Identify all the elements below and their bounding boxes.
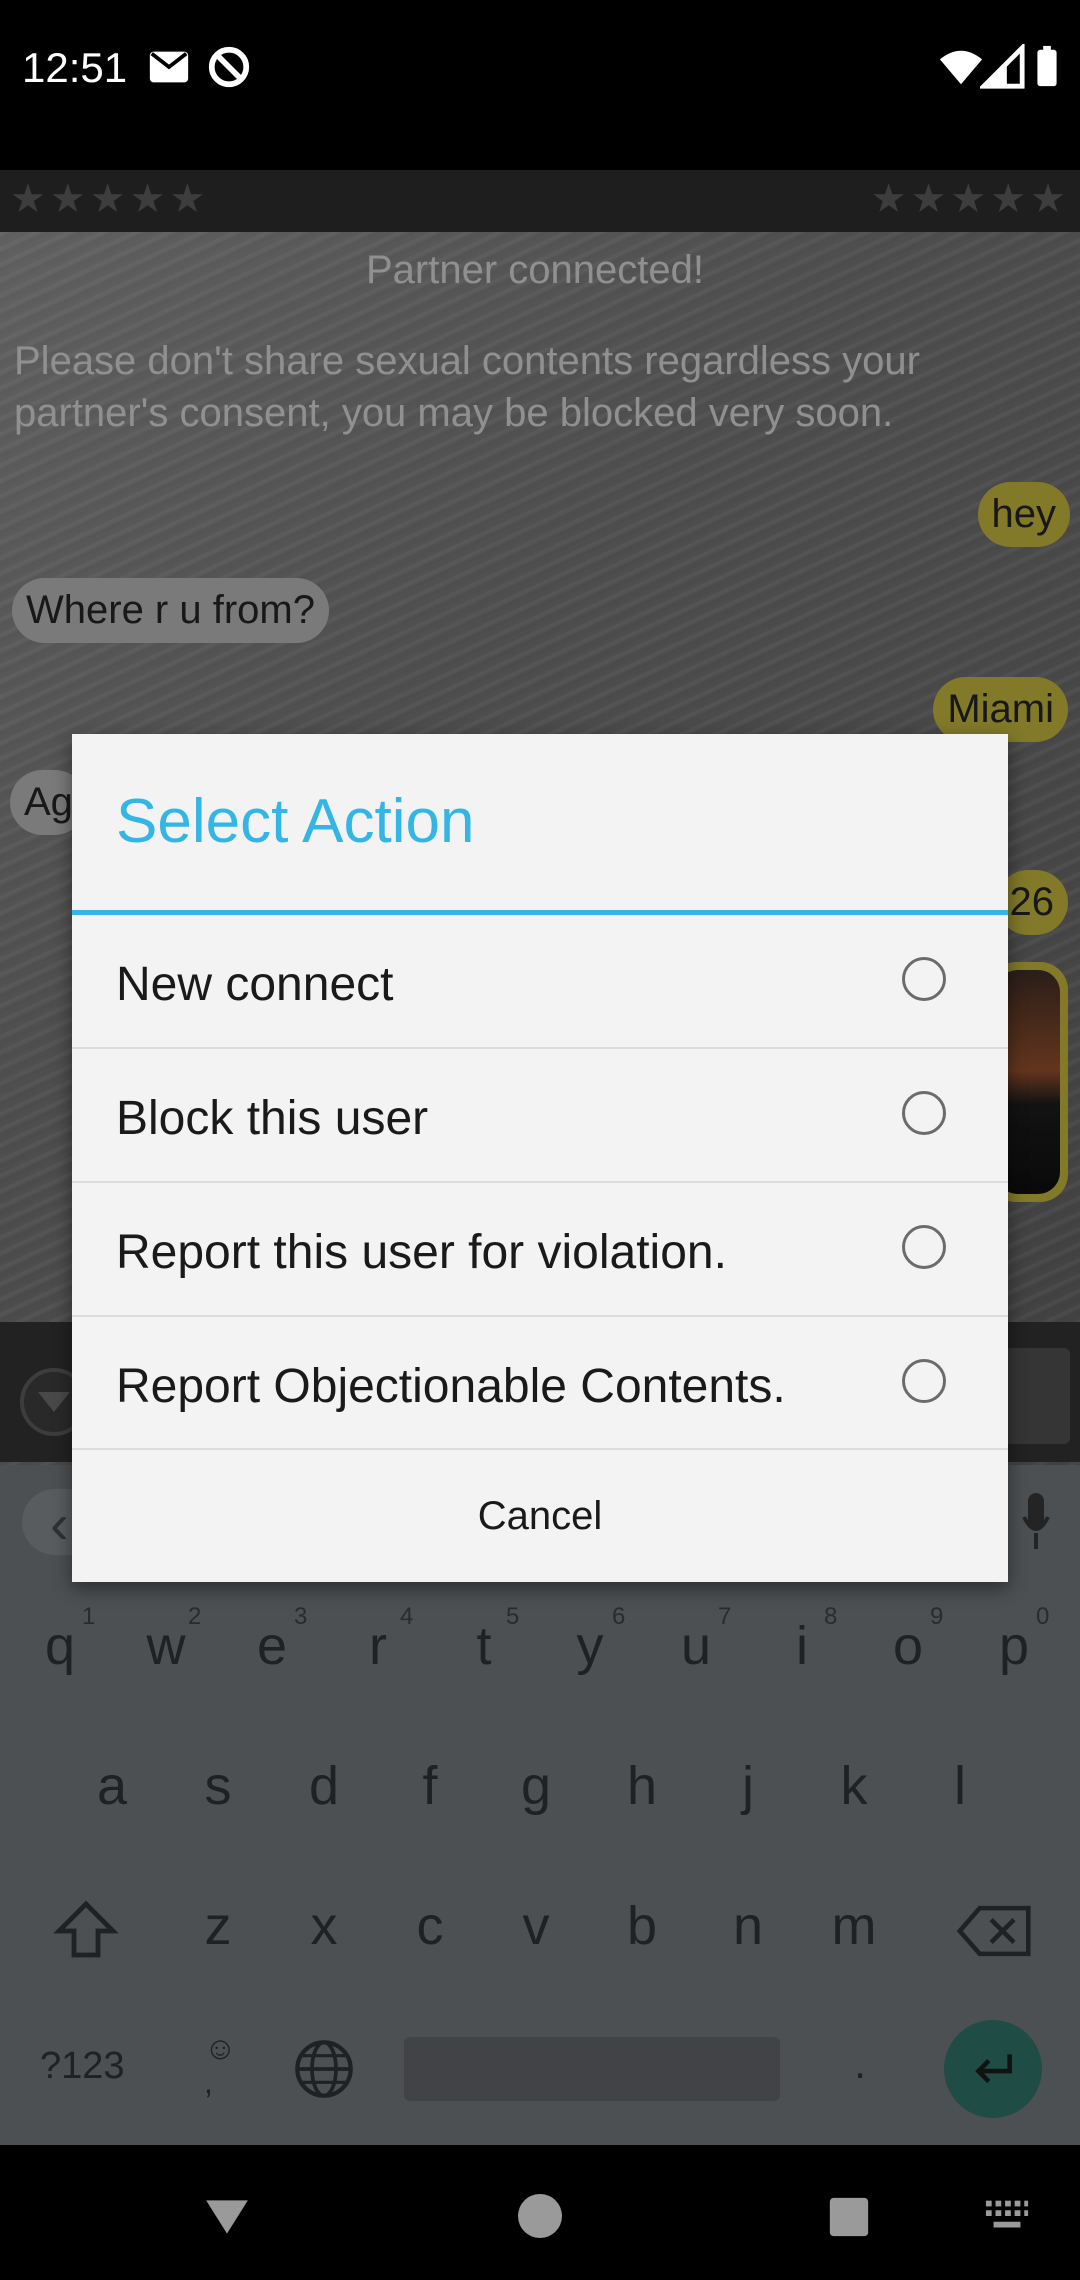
back-icon[interactable] [202, 2192, 252, 2242]
recents-icon[interactable] [826, 2194, 872, 2240]
radio-button[interactable] [902, 957, 946, 1001]
signal-icon [980, 44, 1025, 89]
option-label: Report this user for violation. [116, 1226, 727, 1279]
wifi-icon [939, 50, 983, 85]
status-bar: 12:51 [0, 0, 1080, 170]
option-label: Block this user [116, 1092, 429, 1145]
option-report-objectionable[interactable]: Report Objectionable Contents. [72, 1317, 1008, 1450]
option-block-user[interactable]: Block this user [72, 1049, 1008, 1183]
keyboard-switch-icon[interactable] [984, 2198, 1030, 2234]
dialog-title: Select Action [116, 787, 475, 856]
screen: 12:51 ★★★★★ ★★★★★ Partner connected! Ple… [0, 0, 1080, 2280]
option-label: Report Objectionable Contents. [116, 1360, 786, 1413]
radio-button[interactable] [902, 1359, 946, 1403]
select-action-dialog: Select Action New connect Block this use… [72, 734, 1008, 1582]
radio-button[interactable] [902, 1091, 946, 1135]
radio-button[interactable] [902, 1225, 946, 1269]
cancel-button[interactable]: Cancel [72, 1450, 1008, 1582]
option-label: New connect [116, 958, 394, 1011]
battery-icon [1037, 45, 1057, 87]
gmail-icon [149, 51, 189, 83]
option-report-violation[interactable]: Report this user for violation. [72, 1183, 1008, 1317]
navigation-bar [0, 2148, 1080, 2280]
home-icon[interactable] [516, 2192, 564, 2240]
do-not-disturb-icon [208, 46, 250, 88]
status-time: 12:51 [22, 44, 128, 91]
option-new-connect[interactable]: New connect [72, 915, 1008, 1049]
